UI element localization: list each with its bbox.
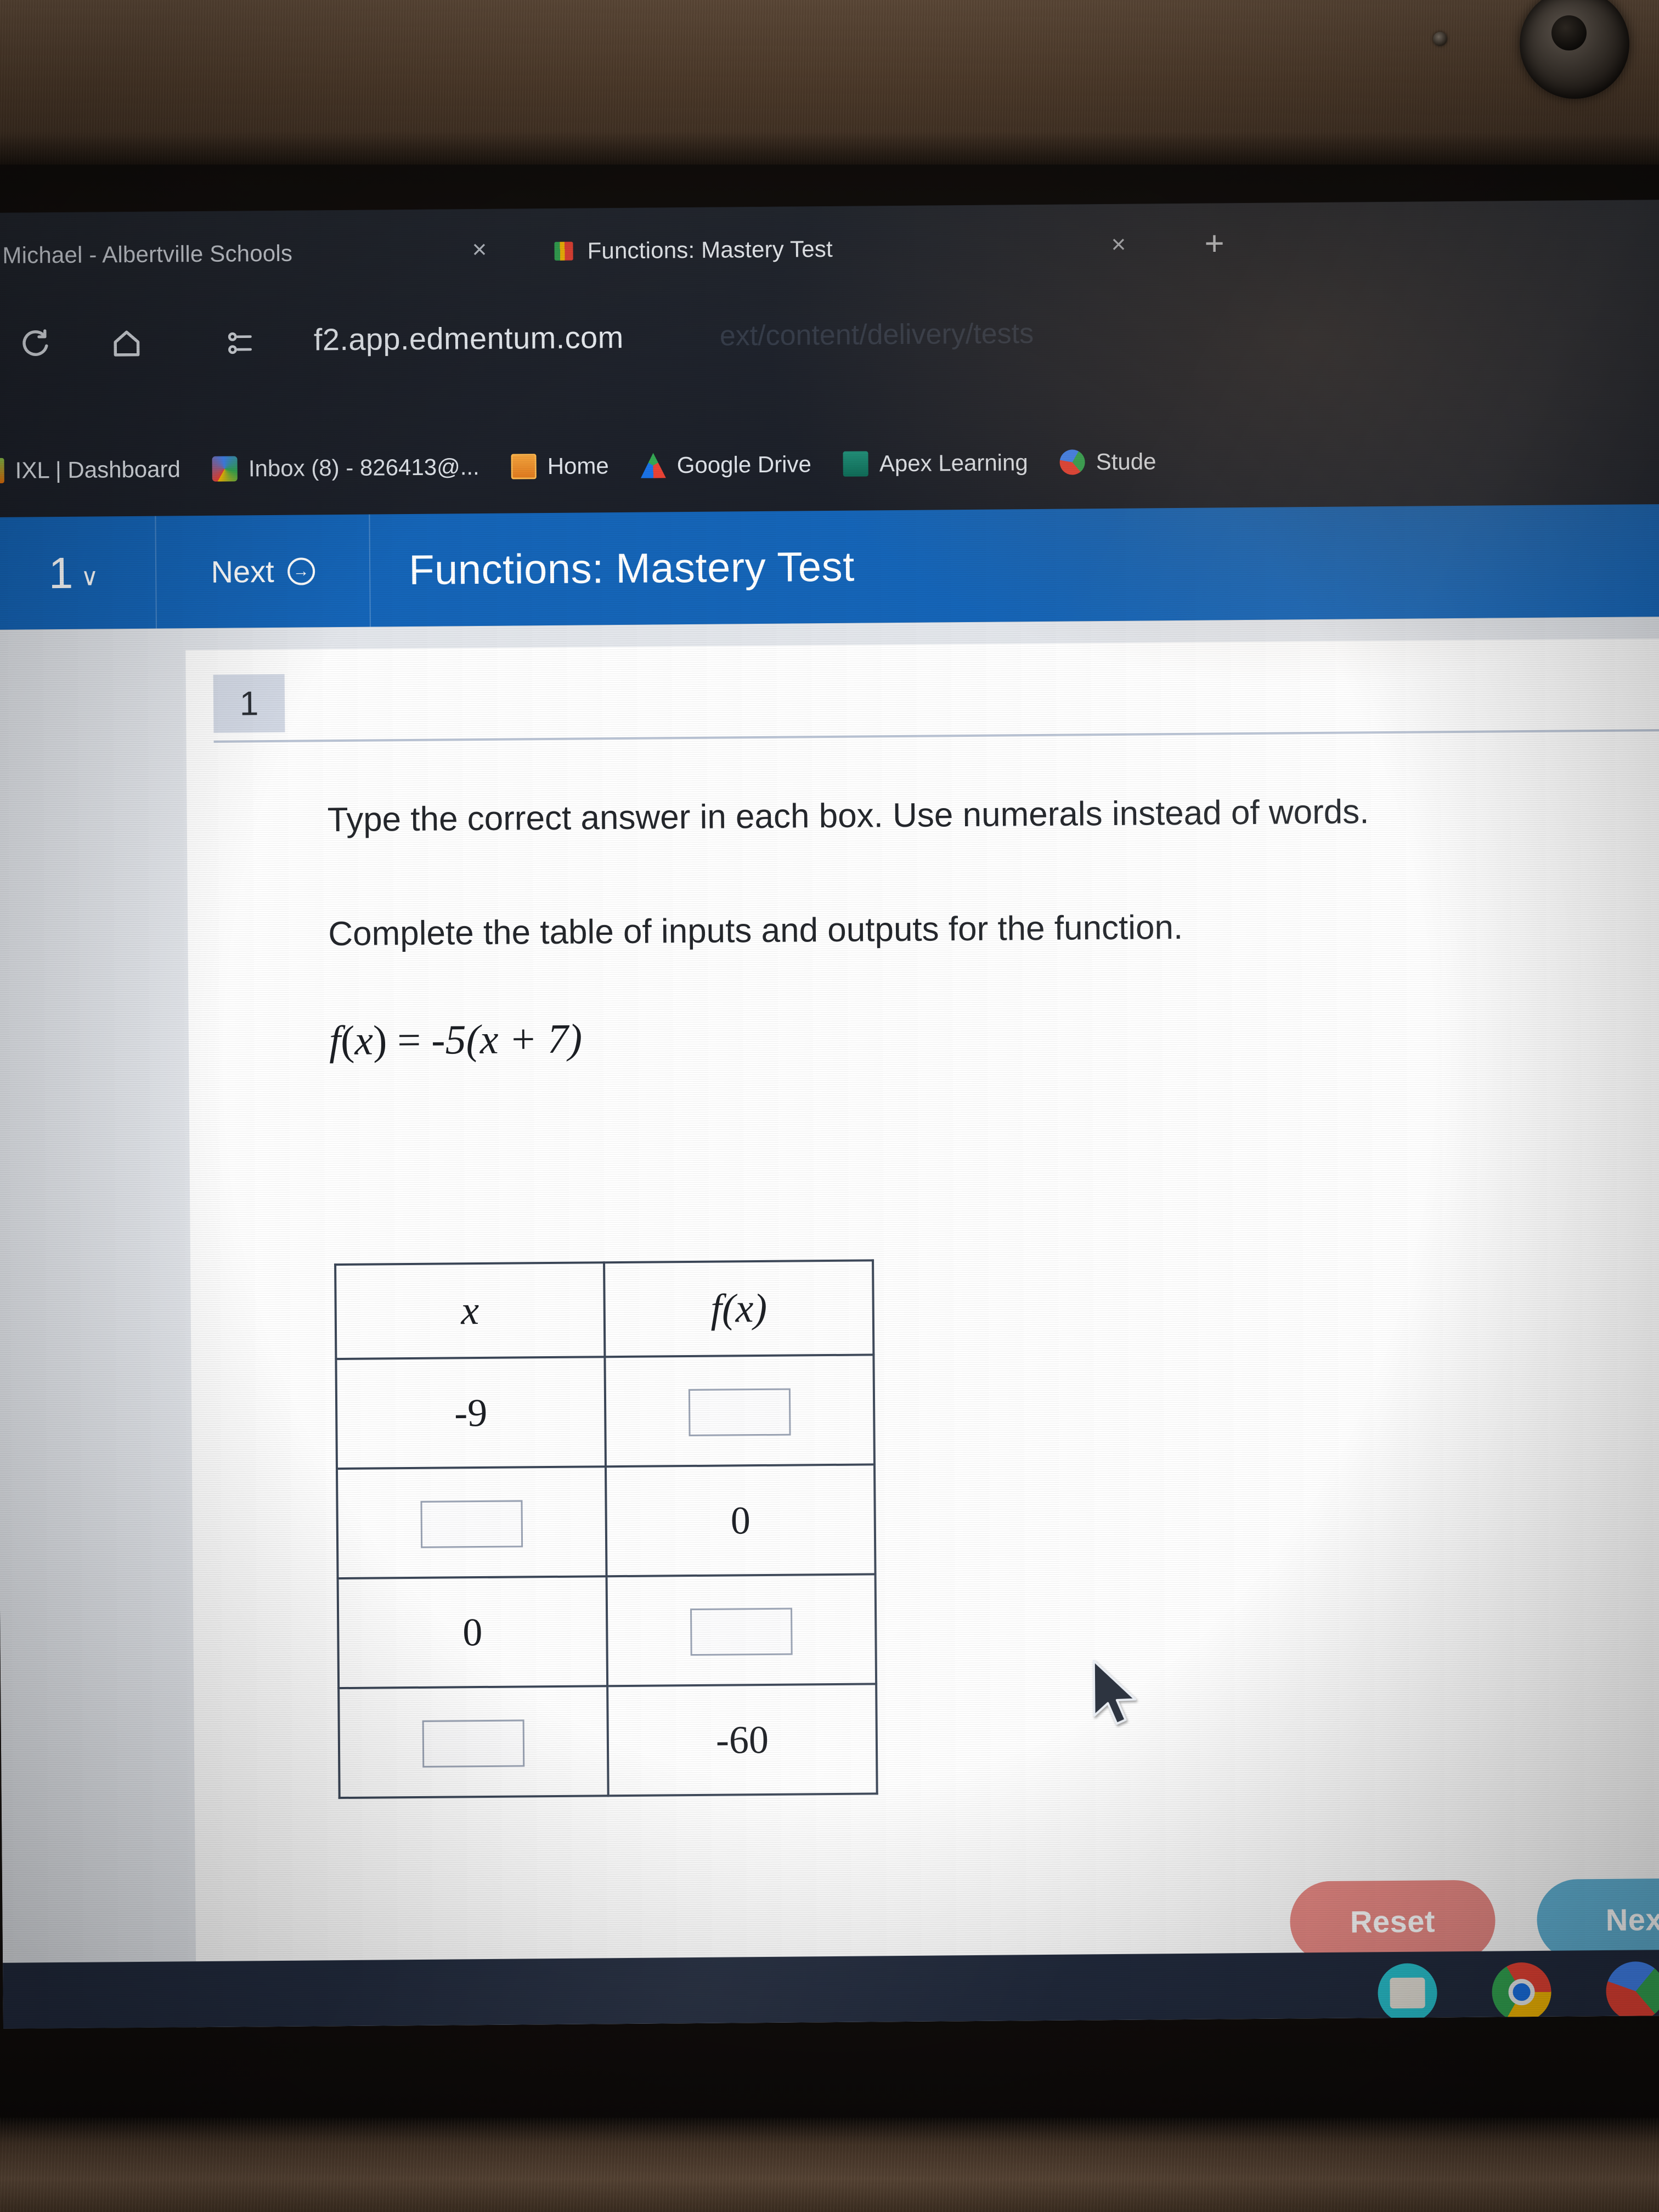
answer-input-box[interactable] — [420, 1500, 523, 1548]
browser-tab-title: Functions: Mastery Test — [587, 235, 833, 264]
answer-input-box[interactable] — [422, 1719, 525, 1768]
reset-button[interactable]: Reset — [1289, 1880, 1496, 1963]
table-row: 0 — [336, 1464, 876, 1579]
instruction-line-2: Complete the table of inputs and outputs… — [328, 908, 1183, 953]
table-header-x: x — [335, 1262, 605, 1359]
answer-input-box[interactable] — [690, 1607, 793, 1656]
answer-input-box[interactable] — [688, 1388, 791, 1436]
home-icon[interactable] — [110, 326, 144, 360]
bookmark-home[interactable]: Home — [511, 453, 609, 479]
bookmark-label: Home — [547, 453, 609, 479]
new-tab-button[interactable]: + — [1204, 224, 1224, 263]
table-cell-x-input[interactable] — [338, 1686, 608, 1798]
bookmark-label: IXL | Dashboard — [15, 456, 181, 483]
webcam-indicator-icon — [1433, 32, 1447, 46]
function-table: x f(x) -9 0 0 -60 — [334, 1259, 878, 1799]
browser-tab-inactive[interactable]: St. Michael - Albertville Schools — [0, 223, 293, 287]
bookmark-google-drive[interactable]: Google Drive — [641, 451, 811, 478]
table-cell-x: -9 — [336, 1357, 606, 1469]
bookmark-label: Apex Learning — [879, 449, 1028, 477]
arrow-right-icon: → — [287, 557, 315, 585]
table-row: 0 — [337, 1574, 877, 1689]
table-cell-x-input[interactable] — [336, 1466, 607, 1579]
bookmark-label: Google Drive — [676, 451, 812, 478]
bookmark-ixl[interactable]: IXL | Dashboard — [0, 456, 180, 484]
question-card: 1 Type the correct answer in each box. U… — [185, 638, 1659, 2029]
question-selector-dropdown[interactable]: 1 ∨ — [0, 516, 157, 630]
table-cell-x: 0 — [337, 1576, 608, 1689]
bookmark-inbox[interactable]: Inbox (8) - 826413@... — [212, 454, 479, 482]
browser-tab-active[interactable]: Functions: Mastery Test — [554, 218, 833, 282]
mouse-pointer-icon — [1092, 1660, 1137, 1725]
table-header-fx: f(x) — [604, 1260, 874, 1357]
gmail-icon — [212, 456, 238, 482]
address-bar-url-suffix: ext/content/delivery/tests — [719, 318, 1034, 352]
google-app-icon[interactable] — [1606, 1961, 1659, 2021]
home-bookmark-icon — [511, 454, 537, 479]
chevron-down-icon: ∨ — [81, 563, 99, 591]
table-cell-fx-input[interactable] — [606, 1574, 877, 1686]
files-app-icon[interactable] — [1378, 1963, 1437, 2023]
table-cell-fx: 0 — [605, 1464, 876, 1577]
browser-chrome: St. Michael - Albertville Schools × Func… — [0, 199, 1659, 517]
bookmarks-bar: IXL | Dashboard Inbox (8) - 826413@... H… — [0, 411, 1659, 517]
close-icon[interactable]: × — [1111, 229, 1126, 259]
site-permissions-icon[interactable] — [225, 328, 256, 358]
bookmark-label: Stude — [1096, 448, 1156, 475]
question-body: Type the correct answer in each box. Use… — [327, 787, 1648, 1065]
desk-surface-top — [0, 0, 1659, 181]
formula-equals: = — [397, 1017, 421, 1064]
google-drive-icon — [641, 453, 666, 478]
browser-tabstrip: St. Michael - Albertville Schools × Func… — [0, 200, 1659, 298]
divider — [213, 729, 1659, 743]
address-bar-url[interactable]: f2.app.edmentum.com — [314, 319, 624, 357]
table-row: -60 — [338, 1684, 877, 1798]
table-cell-fx-input[interactable] — [605, 1355, 874, 1467]
next-button[interactable]: Next — [1536, 1878, 1659, 1961]
formula-close-paren: ) — [373, 1017, 387, 1064]
instruction-line-1: Type the correct answer in each box. Use… — [327, 793, 1369, 839]
next-nav-button[interactable]: Next → — [156, 514, 371, 629]
next-nav-label: Next — [211, 554, 274, 589]
chrome-icon[interactable] — [1492, 1962, 1551, 2022]
app-navigation-bar: 1 ∨ Next → Functions: Mastery Test — [0, 504, 1659, 630]
question-number-badge: 1 — [213, 674, 285, 733]
table-row: -9 — [336, 1355, 874, 1469]
table-header-row: x f(x) — [335, 1260, 874, 1359]
question-number-label: 1 — [48, 548, 74, 597]
bookmark-label: Inbox (8) - 826413@... — [248, 453, 479, 482]
chromeos-shelf — [3, 1949, 1659, 2029]
formula-rhs: -5(x + 7) — [431, 1015, 583, 1064]
browser-toolbar: f2.app.edmentum.com ext/content/delivery… — [0, 285, 1659, 424]
function-formula: f(x) = -5(x + 7) — [329, 1007, 1649, 1065]
photo-of-laptop-screen: St. Michael - Albertville Schools × Func… — [0, 0, 1659, 2212]
formula-open-paren: ( — [340, 1018, 355, 1064]
laptop-screen: St. Michael - Albertville Schools × Func… — [0, 199, 1659, 2029]
apex-learning-icon — [843, 451, 869, 477]
student-icon — [1059, 449, 1085, 475]
formula-f: f — [329, 1018, 341, 1064]
assessment-title: Functions: Mastery Test — [408, 543, 855, 594]
ixl-icon — [0, 458, 4, 484]
formula-x: x — [354, 1017, 374, 1064]
browser-tab-title: St. Michael - Albertville Schools — [0, 240, 293, 269]
bookmark-student[interactable]: Stude — [1059, 448, 1156, 475]
favicon-icon — [554, 241, 573, 261]
close-icon[interactable]: × — [472, 234, 487, 264]
bookmark-apex-learning[interactable]: Apex Learning — [843, 449, 1028, 477]
table-cell-fx: -60 — [607, 1684, 877, 1796]
reload-icon[interactable] — [19, 326, 53, 360]
desk-surface-bottom — [0, 2118, 1659, 2212]
